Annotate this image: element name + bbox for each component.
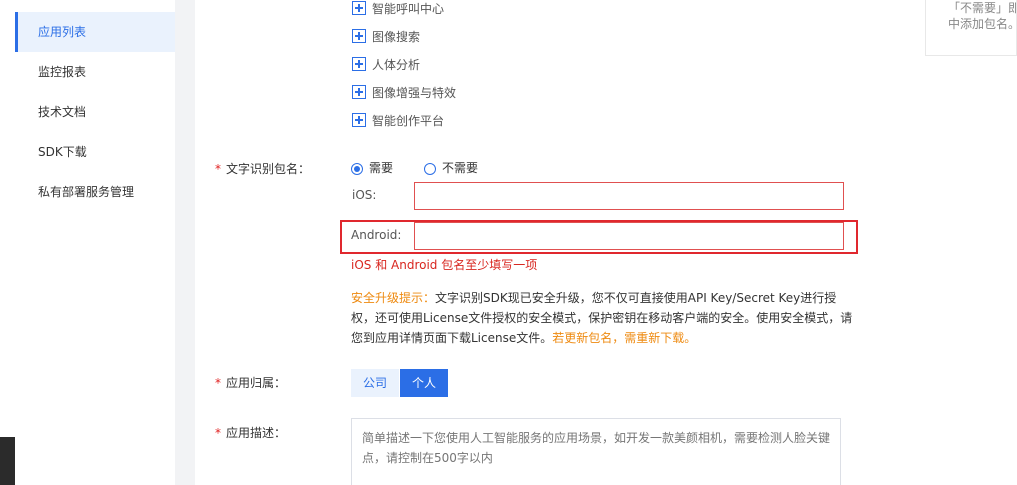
ios-label: iOS: xyxy=(352,188,377,202)
ownership-company-button[interactable]: 公司 xyxy=(351,369,399,397)
radio-not-need[interactable]: 不需要 xyxy=(424,160,478,176)
sidebar-item-sdk-download[interactable]: SDK下载 xyxy=(15,132,175,172)
notice-tail: 若更新包名，需重新下载。 xyxy=(552,331,697,345)
ios-package-input[interactable] xyxy=(414,182,844,210)
android-package-input[interactable] xyxy=(414,222,844,250)
android-label: Android: xyxy=(351,228,402,242)
radio-label: 不需要 xyxy=(442,161,479,175)
sidebar-item-label: 技术文档 xyxy=(38,105,87,119)
expand-plus-icon[interactable] xyxy=(352,113,366,127)
tree-item-creative-platform[interactable]: 智能创作平台 xyxy=(352,113,444,129)
required-asterisk: * xyxy=(215,376,221,390)
expand-plus-icon[interactable] xyxy=(352,1,366,15)
tree-item-image-enhance[interactable]: 图像增强与特效 xyxy=(352,85,456,101)
sidebar-item-tech-docs[interactable]: 技术文档 xyxy=(15,92,175,132)
tree-item-label: 人体分析 xyxy=(372,58,421,72)
radio-need[interactable]: 需要 xyxy=(351,160,393,176)
sidebar-item-app-list[interactable]: 应用列表 xyxy=(15,12,175,52)
tree-item-label: 智能创作平台 xyxy=(372,114,445,128)
sidebar-item-label: 私有部署服务管理 xyxy=(38,185,135,199)
radio-unchecked-icon[interactable] xyxy=(424,163,436,175)
left-edge-strip xyxy=(0,0,15,485)
tree-item-label: 图像增强与特效 xyxy=(372,86,457,100)
right-hint-panel: 「不需要」即 中添加包名。 xyxy=(925,0,1017,56)
expand-plus-icon[interactable] xyxy=(352,57,366,71)
right-hint-line-1: 「不需要」即 xyxy=(948,1,1017,15)
tree-item-label: 智能呼叫中心 xyxy=(372,2,445,16)
tree-item-call-center[interactable]: 智能呼叫中心 xyxy=(352,1,444,17)
sidebar-item-label: 监控报表 xyxy=(38,65,87,79)
package-error-message: iOS 和 Android 包名至少填写一项 xyxy=(351,258,538,272)
left-edge-dark-block xyxy=(0,437,15,485)
expand-plus-icon[interactable] xyxy=(352,85,366,99)
expand-plus-icon[interactable] xyxy=(352,29,366,43)
ocr-package-label: * 文字识别包名： xyxy=(215,162,311,176)
required-asterisk: * xyxy=(215,426,221,440)
right-hint-line-2: 中添加包名。 xyxy=(948,17,1017,31)
main-content: 智能呼叫中心 图像搜索 人体分析 图像增强与特效 智能创作平台 * 文字识别包名：… xyxy=(195,0,1017,485)
ownership-label: * 应用归属： xyxy=(215,376,287,390)
required-asterisk: * xyxy=(215,162,221,176)
tree-item-label: 图像搜索 xyxy=(372,30,421,44)
sidebar: 应用列表 监控报表 技术文档 SDK下载 私有部署服务管理 xyxy=(15,0,175,485)
description-label: * 应用描述： xyxy=(215,426,287,440)
security-upgrade-notice: 安全升级提示：文字识别SDK现已安全升级，您不仅可直接使用API Key/Sec… xyxy=(351,288,853,348)
description-textarea[interactable] xyxy=(351,418,841,485)
sidebar-item-monitoring-report[interactable]: 监控报表 xyxy=(15,52,175,92)
sidebar-item-label: SDK下载 xyxy=(38,145,87,159)
radio-checked-icon[interactable] xyxy=(351,163,363,175)
sidebar-item-label: 应用列表 xyxy=(38,25,87,39)
ownership-personal-button[interactable]: 个人 xyxy=(400,369,448,397)
notice-title: 安全升级提示： xyxy=(351,291,436,305)
tree-item-image-search[interactable]: 图像搜索 xyxy=(352,29,420,45)
sidebar-item-private-deployment[interactable]: 私有部署服务管理 xyxy=(15,172,175,212)
radio-label: 需要 xyxy=(369,161,394,175)
tree-item-body-analysis[interactable]: 人体分析 xyxy=(352,57,420,73)
